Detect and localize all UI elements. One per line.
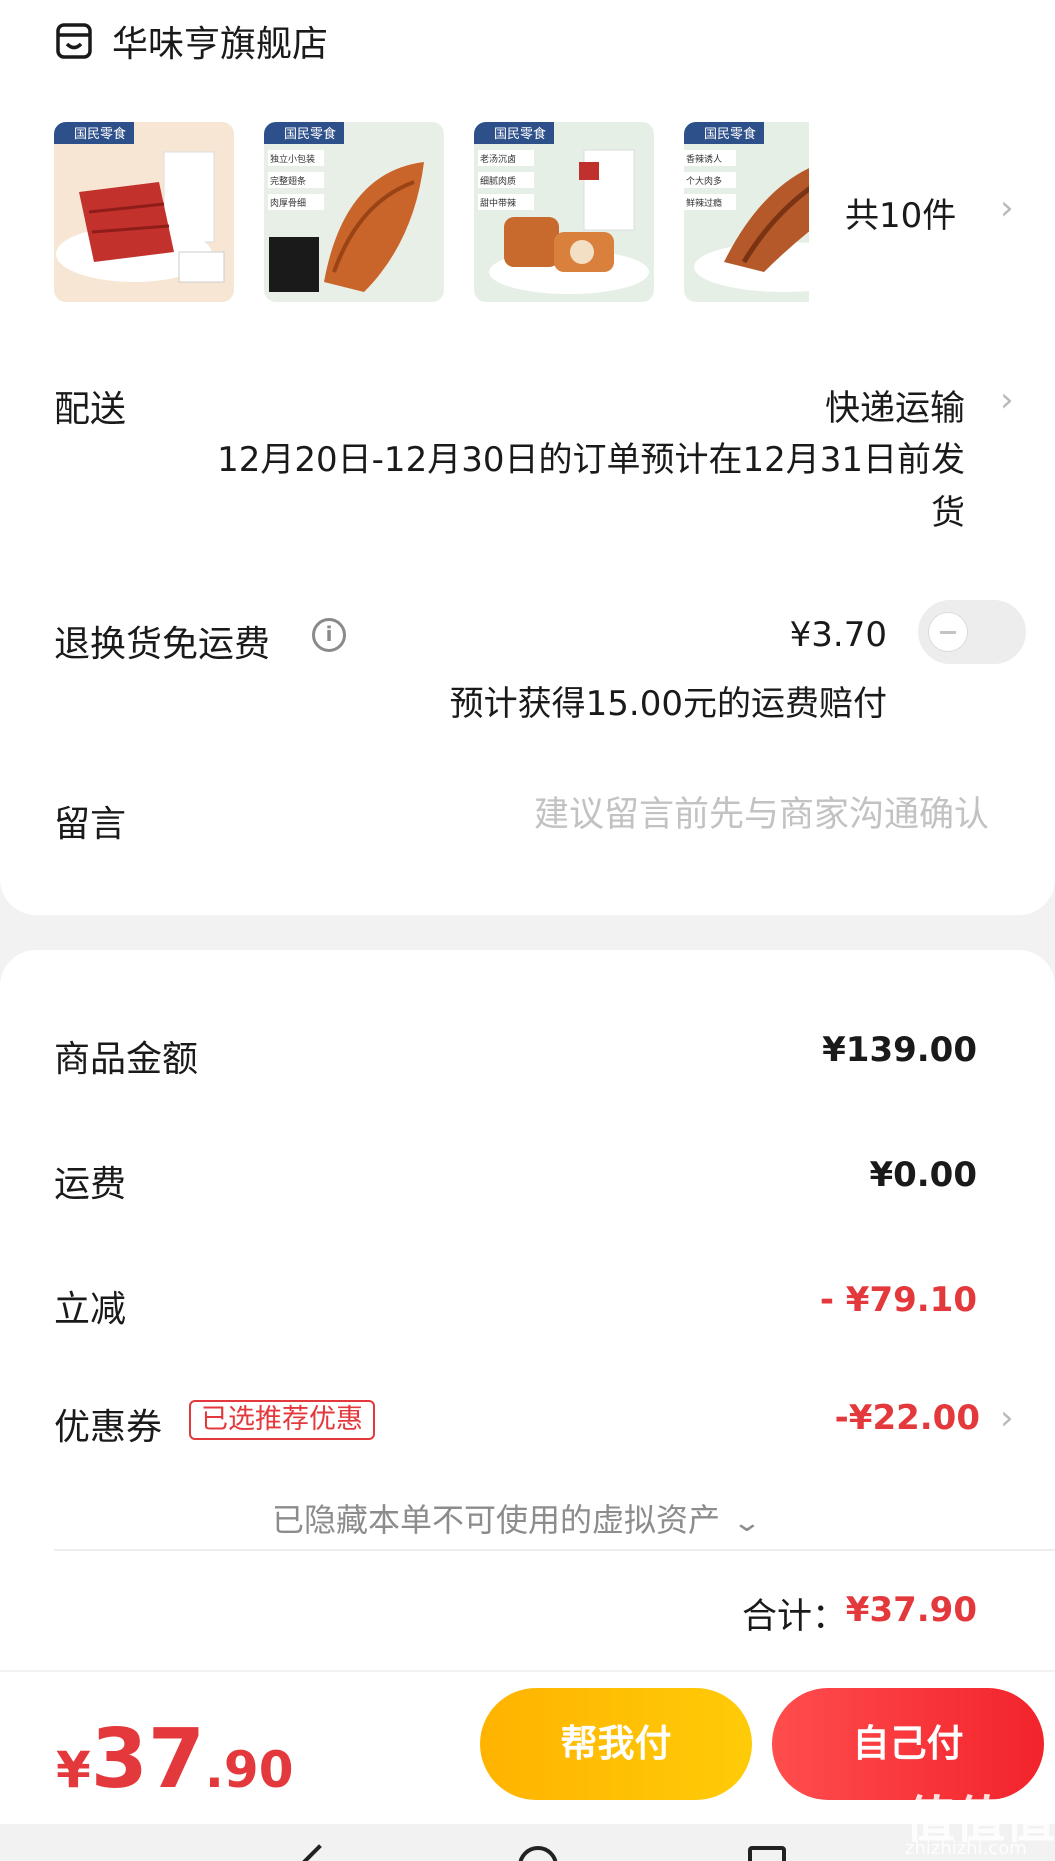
shop-icon — [56, 23, 92, 59]
coupon-badge: 已选推荐优惠 — [189, 1400, 375, 1440]
shop-name: 华味亨旗舰店 — [112, 24, 329, 65]
delivery-method[interactable]: 快递运输 — [825, 380, 965, 431]
thumb-tag: 鲜辣过瘾 — [686, 197, 722, 209]
product-thumb-neck[interactable]: 国民零食 香辣诱人 个大肉多 鲜辣过瘾 — [684, 122, 809, 302]
pay-currency: ¥ — [56, 1741, 91, 1799]
chevron-right-icon[interactable]: › — [1000, 188, 1014, 228]
shipping-fee-label: 运费 — [54, 1164, 127, 1205]
order-card: 华味亨旗舰店 国民零食 国民零食 独立小包装 完整翅条 肉厚骨细 国民零食 老汤… — [0, 0, 1055, 915]
chevron-down-icon: ⌄ — [731, 1508, 763, 1538]
thumb-brand: 国民零食 — [704, 126, 756, 142]
watermark-url: zhizhizhi.com — [905, 1838, 1027, 1859]
hidden-assets-text: 已隐藏本单不可使用的虚拟资产 — [272, 1501, 721, 1539]
thumb-tag: 香辣诱人 — [686, 153, 722, 165]
hidden-assets-toggle[interactable]: 已隐藏本单不可使用的虚拟资产 ⌄ — [272, 1495, 762, 1541]
thumb-brand: 国民零食 — [74, 126, 126, 142]
toggle-knob — [928, 612, 968, 652]
pay-amount-int: 37 — [90, 1712, 205, 1807]
goods-amount-value: ¥139.00 — [822, 1030, 977, 1070]
return-insurance-note: 预计获得15.00元的运费赔付 — [449, 684, 887, 724]
order-confirm-page: 华味亨旗舰店 国民零食 国民零食 独立小包装 完整翅条 肉厚骨细 国民零食 老汤… — [0, 0, 1055, 1861]
divider — [54, 1549, 1055, 1551]
product-thumb-braised[interactable]: 国民零食 老汤沉卤 细腻肉质 甜中带辣 — [474, 122, 654, 302]
return-insurance-toggle[interactable] — [918, 600, 1026, 664]
chevron-right-icon[interactable]: › — [1000, 380, 1014, 420]
total-value: ¥37.90 — [845, 1590, 977, 1630]
thumb-brand: 国民零食 — [494, 126, 546, 142]
thumb-tag: 完整翅条 — [270, 175, 306, 187]
thumb-tag: 老汤沉卤 — [480, 153, 516, 165]
thumb-tag: 甜中带辣 — [480, 197, 516, 209]
item-count[interactable]: 共10件 — [845, 188, 956, 237]
return-insurance-price: ¥3.70 — [789, 615, 887, 655]
shop-header[interactable]: 华味亨旗舰店 — [54, 10, 328, 72]
shipping-fee-value: ¥0.00 — [869, 1155, 977, 1195]
help-pay-button[interactable]: 帮我付 — [480, 1688, 752, 1800]
return-insurance-label: 退换货免运费 — [54, 624, 271, 665]
recent-apps-icon[interactable] — [748, 1846, 786, 1861]
thumb-brand: 国民零食 — [284, 126, 336, 142]
coupon-value[interactable]: -¥22.00 — [835, 1398, 980, 1438]
total-label: 合计： — [742, 1597, 848, 1637]
product-thumb-wings[interactable]: 国民零食 独立小包装 完整翅条 肉厚骨细 — [264, 122, 444, 302]
coupon-label: 优惠券 — [54, 1407, 163, 1448]
product-thumb-jerky[interactable]: 国民零食 — [54, 122, 234, 302]
message-input[interactable] — [429, 795, 989, 835]
thumb-tag: 肉厚骨细 — [270, 197, 306, 209]
thumb-tag: 个大肉多 — [686, 175, 722, 187]
info-icon[interactable]: i — [312, 618, 346, 652]
pay-amount: ¥37.90 — [56, 1712, 294, 1807]
goods-amount-label: 商品金额 — [54, 1039, 199, 1080]
chevron-right-icon[interactable]: › — [1000, 1398, 1014, 1438]
message-label: 留言 — [54, 804, 127, 845]
discount-value: - ¥79.10 — [819, 1280, 977, 1320]
discount-label: 立减 — [54, 1289, 127, 1330]
pay-amount-dec: .90 — [204, 1741, 294, 1799]
delivery-label: 配送 — [54, 389, 127, 430]
product-thumbnails[interactable]: 国民零食 国民零食 独立小包装 完整翅条 肉厚骨细 国民零食 老汤沉卤 细腻肉质… — [54, 122, 809, 304]
delivery-note: 12月20日-12月30日的订单预计在12月31日前发货 — [217, 440, 965, 533]
thumb-tag: 独立小包装 — [270, 153, 315, 165]
thumb-tag: 细腻肉质 — [480, 175, 516, 187]
